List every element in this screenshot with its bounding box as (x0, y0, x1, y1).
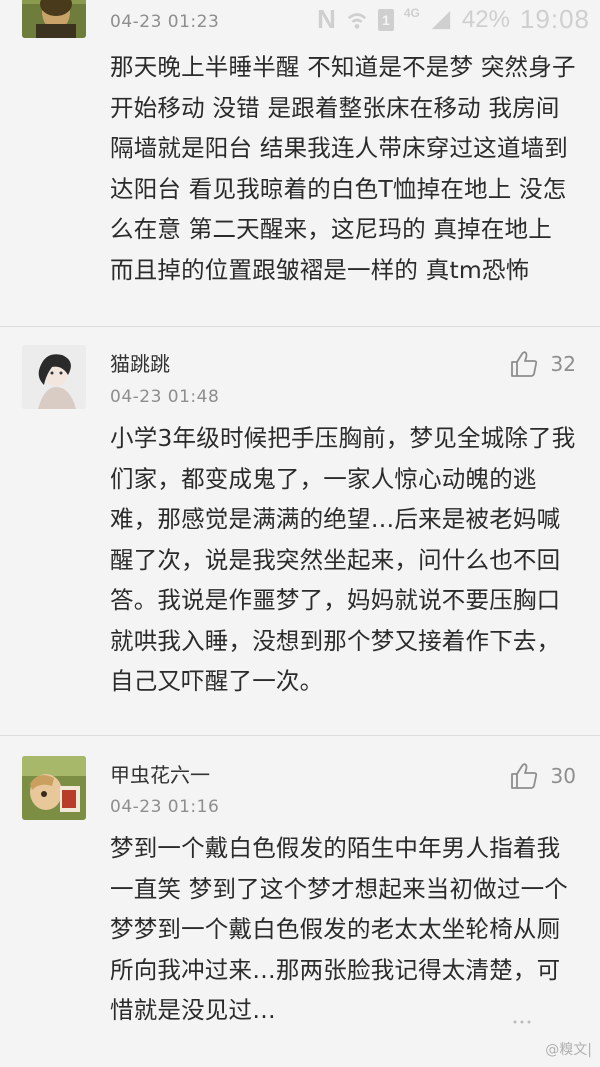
divider (0, 735, 600, 736)
sim-icon: 1 (377, 8, 394, 31)
like-button[interactable]: 32 (509, 349, 576, 379)
like-count: 30 (550, 764, 576, 788)
status-bar: N 1 4G 42% 19:08 (0, 0, 600, 38)
avatar[interactable] (22, 756, 86, 820)
avatar-image-icon (22, 345, 86, 409)
avatar-image-icon (22, 756, 86, 820)
comment-text: 小学3年级时候把手压胸前，梦见全城除了我们家，都变成鬼了，一家人惊心动魄的逃难，… (110, 424, 576, 695)
wifi-icon (347, 12, 367, 29)
comments-screen: N 1 4G 42% 19:08 04-23 01:23 那天晚上半睡半醒 不知… (0, 0, 600, 1067)
comment-author[interactable]: 猫跳跳 (110, 348, 170, 377)
divider (0, 326, 600, 327)
comment-text: 那天晚上半睡半醒 不知道是不是梦 突然身子开始移动 没错 是跟着整张床在移动 我… (110, 53, 576, 284)
signal-icon (431, 10, 451, 29)
like-count: 32 (550, 352, 576, 376)
comment-time: 04-23 01:16 (110, 797, 220, 817)
watermark: @糗文| (545, 1042, 592, 1058)
network-type-label: 4G (403, 6, 420, 20)
comment-time: 04-23 01:48 (110, 387, 220, 407)
battery-percent: 42% (461, 5, 510, 33)
thumbs-up-icon (510, 351, 537, 377)
clock: 19:08 (519, 4, 590, 34)
thumbs-up-icon (510, 763, 537, 789)
avatar[interactable] (22, 0, 86, 38)
comment-author[interactable]: 甲虫花六一 (110, 759, 210, 788)
like-button[interactable]: 30 (509, 761, 576, 791)
avatar-image-icon (22, 0, 86, 38)
watermark-dots-icon (513, 1020, 531, 1024)
comment-time: 04-23 01:23 (110, 12, 220, 32)
avatar[interactable] (22, 345, 86, 409)
network-n-icon: N (317, 4, 336, 34)
status-icons: N 1 4G 42% 19:08 (317, 4, 590, 35)
comment-text: 梦到一个戴白色假发的陌生中年男人指着我一直笑 梦到了这个梦才想起来当初做过一个梦… (110, 834, 568, 1024)
